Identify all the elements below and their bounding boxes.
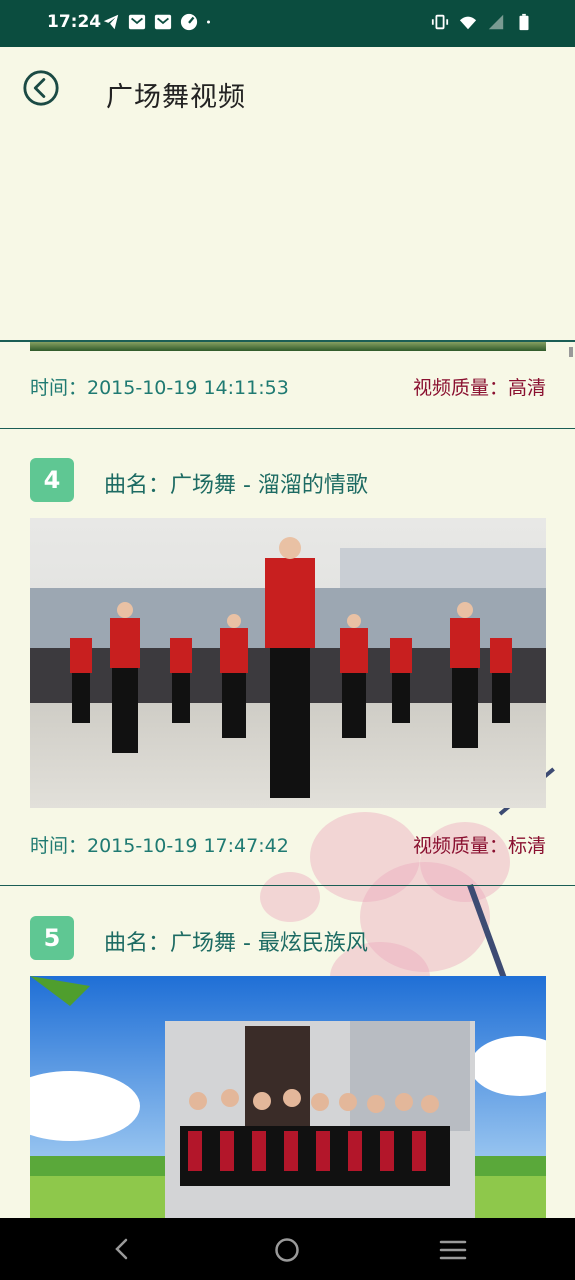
item-quality: 视频质量：标清 bbox=[412, 835, 546, 857]
speedometer-icon bbox=[180, 13, 198, 31]
video-thumbnail[interactable] bbox=[30, 518, 546, 808]
dance-group-image bbox=[30, 976, 546, 1218]
vibrate-icon bbox=[431, 14, 449, 30]
item-index-badge: 4 bbox=[30, 458, 74, 502]
home-circle-icon[interactable] bbox=[274, 1237, 300, 1263]
dance-photo-image bbox=[30, 518, 546, 808]
page-title: 广场舞视频 bbox=[106, 82, 246, 113]
back-triangle-icon[interactable] bbox=[110, 1237, 134, 1261]
back-circle-icon[interactable] bbox=[22, 69, 60, 107]
status-bar: 17:24 bbox=[0, 0, 575, 47]
app-bar: 广场舞视频 bbox=[0, 47, 575, 342]
item-title: 曲名：广场舞 - 溜溜的情歌 bbox=[104, 473, 368, 498]
mail-icon bbox=[128, 14, 146, 30]
item-divider bbox=[0, 428, 575, 429]
previous-video-thumbnail[interactable] bbox=[30, 342, 546, 351]
wifi-icon bbox=[459, 16, 477, 30]
video-list[interactable]: 时间：2015-10-19 14:11:53 视频质量：高清 4 曲名：广场舞 … bbox=[0, 342, 575, 1218]
menu-lines-icon[interactable] bbox=[439, 1238, 467, 1262]
navigation-bar bbox=[0, 1218, 575, 1280]
item-divider bbox=[0, 885, 575, 886]
mail-icon bbox=[154, 14, 172, 30]
item-quality: 视频质量：高清 bbox=[412, 377, 546, 399]
telegram-icon bbox=[103, 14, 119, 30]
signal-icon bbox=[488, 14, 504, 30]
status-time: 17:24 bbox=[47, 12, 102, 32]
dot-icon bbox=[207, 20, 210, 24]
item-time: 时间：2015-10-19 17:47:42 bbox=[30, 835, 289, 857]
video-thumbnail[interactable] bbox=[30, 976, 546, 1218]
item-time: 时间：2015-10-19 14:11:53 bbox=[30, 377, 289, 399]
battery-icon bbox=[519, 13, 529, 31]
scrollbar[interactable] bbox=[569, 347, 573, 357]
item-title: 曲名：广场舞 - 最炫民族风 bbox=[104, 931, 368, 956]
item-index-badge: 5 bbox=[30, 916, 74, 960]
